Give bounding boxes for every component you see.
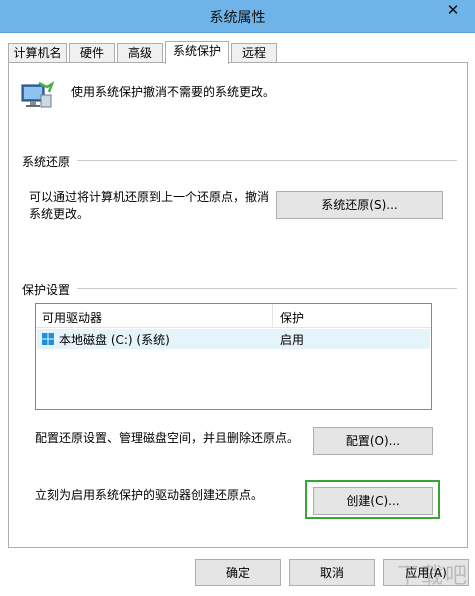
column-separator[interactable] bbox=[272, 304, 273, 328]
restore-description-line2: 系统更改。 bbox=[29, 207, 90, 221]
window-title: 系统属性 bbox=[209, 10, 266, 26]
section-label-restore: 系统还原 bbox=[22, 155, 71, 169]
drive-list[interactable]: 可用驱动器 保护 本地磁盘 (C:) (系统) 启用 bbox=[35, 303, 432, 410]
create-button-highlight bbox=[305, 480, 440, 519]
configure-button[interactable]: 配置(O)... bbox=[313, 427, 433, 455]
drive-name: 本地磁盘 (C:) (系统) bbox=[59, 333, 170, 347]
watermark: 下载吧 bbox=[396, 564, 469, 589]
ok-button[interactable]: 确定 bbox=[195, 559, 281, 586]
tab-system-protection[interactable]: 系统保护 bbox=[165, 41, 229, 64]
windows-drive-icon bbox=[42, 333, 54, 345]
restore-description-line1: 可以通过将计算机还原到上一个还原点，撤消 bbox=[29, 190, 270, 204]
section-divider bbox=[77, 160, 457, 161]
close-icon[interactable]: ✕ bbox=[439, 0, 467, 20]
create-description: 立刻为启用系统保护的驱动器创建还原点。 bbox=[35, 488, 264, 502]
list-header: 可用驱动器 保护 bbox=[36, 304, 431, 328]
title-bar: 系统属性 ✕ bbox=[0, 0, 475, 33]
table-row[interactable]: 本地磁盘 (C:) (系统) 启用 bbox=[37, 329, 430, 349]
configure-description: 配置还原设置、管理磁盘空间，并且删除还原点。 bbox=[35, 431, 300, 445]
tab-computer-name[interactable]: 计算机名 bbox=[8, 43, 67, 63]
tab-strip: 计算机名 硬件 高级 系统保护 远程 bbox=[8, 41, 468, 64]
column-header-protection[interactable]: 保护 bbox=[280, 309, 304, 326]
tab-remote[interactable]: 远程 bbox=[231, 43, 277, 63]
system-protection-panel: 使用系统保护撤消不需要的系统更改。 系统还原 可以通过将计算机还原到上一个还原点… bbox=[8, 62, 468, 548]
tab-hardware[interactable]: 硬件 bbox=[69, 43, 115, 63]
tab-advanced[interactable]: 高级 bbox=[117, 43, 163, 63]
section-divider bbox=[77, 288, 457, 289]
system-restore-button[interactable]: 系统还原(S)... bbox=[276, 191, 443, 219]
column-header-drives[interactable]: 可用驱动器 bbox=[42, 309, 102, 326]
section-label-protection: 保护设置 bbox=[22, 283, 71, 297]
intro-text: 使用系统保护撤消不需要的系统更改。 bbox=[71, 85, 276, 99]
system-protection-icon bbox=[21, 81, 55, 108]
protection-status: 启用 bbox=[280, 333, 305, 347]
cancel-button[interactable]: 取消 bbox=[289, 559, 375, 586]
